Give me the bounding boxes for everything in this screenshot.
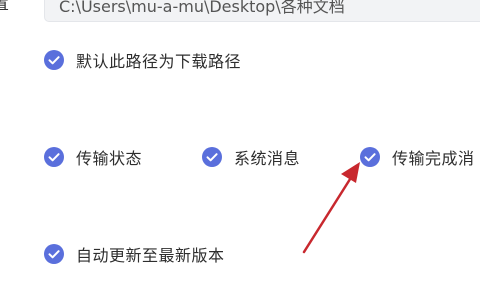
annotation-arrow-icon bbox=[302, 162, 360, 254]
